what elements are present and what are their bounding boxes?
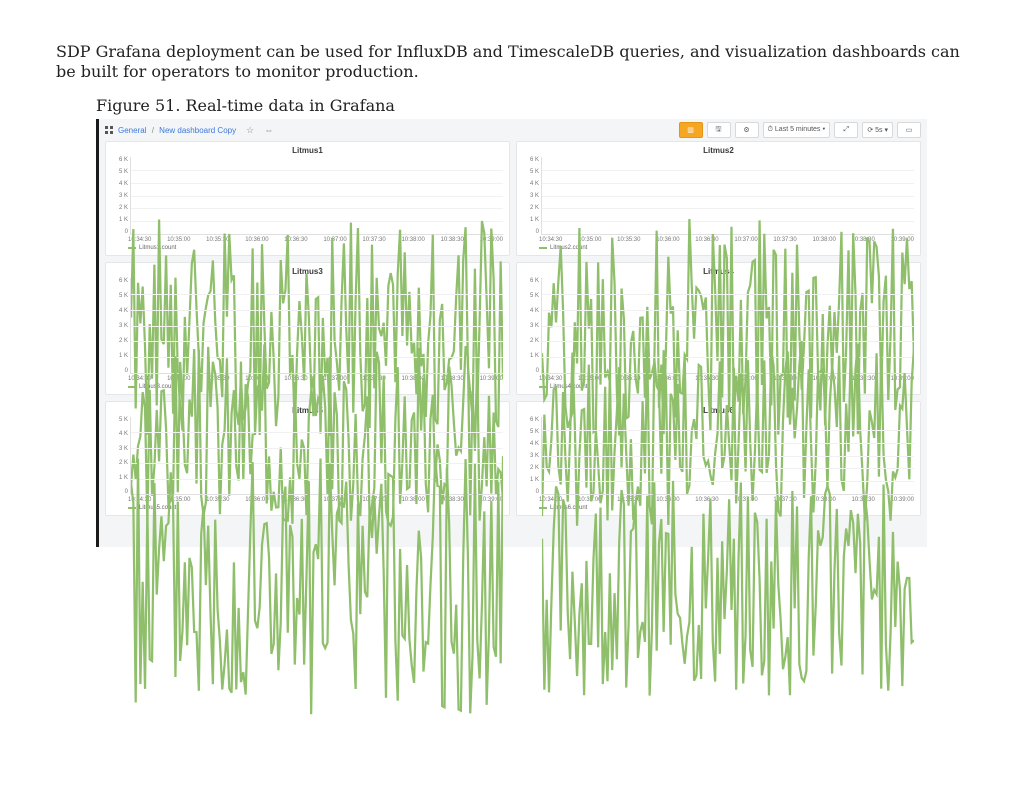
settings-button[interactable]: ⚙	[735, 122, 759, 138]
time-range-picker[interactable]: ⏱ Last 5 minutes ▾	[763, 122, 831, 138]
y-axis-ticks: 6 K5 K4 K3 K2 K1 K0	[112, 278, 130, 374]
add-panel-button[interactable]: ▥	[679, 122, 703, 138]
save-button[interactable]: 🖫	[707, 122, 731, 138]
y-axis-ticks: 5 K4 K3 K2 K1 K0	[112, 417, 130, 495]
figure-caption: Figure 51. Real-time data in Grafana	[96, 96, 968, 115]
grafana-screenshot: General / New dashboard Copy ☆ ⇔ ▥ 🖫 ⚙ ⏱…	[96, 119, 927, 547]
panel-litmus4[interactable]: Litmus4 6 K5 K4 K3 K2 K1 K0 10:34:3010:3…	[516, 262, 921, 395]
panel-litmus1[interactable]: Litmus1 6 K5 K4 K3 K2 K1 K0 10:34:3010:3…	[105, 141, 510, 256]
y-axis-ticks: 6 K5 K4 K3 K2 K1 K0	[523, 278, 541, 374]
plot-area	[130, 157, 503, 235]
plot-area	[541, 417, 914, 495]
plot-area	[130, 417, 503, 495]
chart-plot: 6 K5 K4 K3 K2 K1 K0	[523, 157, 914, 235]
crumb-page-link[interactable]: New dashboard Copy	[159, 126, 236, 135]
breadcrumb: General / New dashboard Copy	[118, 126, 236, 135]
chart-plot: 6 K5 K4 K3 K2 K1 K0	[112, 157, 503, 235]
crumb-root-link[interactable]: General	[118, 126, 146, 135]
intro-paragraph: SDP Grafana deployment can be used for I…	[56, 42, 968, 82]
chart-plot: 6 K5 K4 K3 K2 K1 K0	[523, 417, 914, 495]
panel-title: Litmus2	[523, 144, 914, 157]
panel-grid: Litmus1 6 K5 K4 K3 K2 K1 K0 10:34:3010:3…	[99, 141, 927, 528]
plot-area	[541, 278, 914, 374]
zoom-out-button[interactable]: ⤢	[834, 122, 858, 138]
dashboard-grid-icon[interactable]	[105, 126, 114, 135]
star-icon[interactable]: ☆	[246, 125, 254, 136]
panel-title: Litmus1	[112, 144, 503, 157]
y-axis-ticks: 6 K5 K4 K3 K2 K1 K0	[523, 157, 541, 235]
panel-litmus2[interactable]: Litmus2 6 K5 K4 K3 K2 K1 K0 10:34:3010:3…	[516, 141, 921, 256]
chart-plot: 5 K4 K3 K2 K1 K0	[112, 417, 503, 495]
tv-mode-button[interactable]: ▭	[897, 122, 921, 138]
panel-litmus3[interactable]: Litmus3 6 K5 K4 K3 K2 K1 K0 10:34:3010:3…	[105, 262, 510, 395]
share-icon[interactable]: ⇔	[264, 125, 273, 135]
chart-plot: 6 K5 K4 K3 K2 K1 K0	[112, 278, 503, 374]
plot-area	[541, 157, 914, 235]
plot-area	[130, 278, 503, 374]
panel-litmus5[interactable]: Litmus5 5 K4 K3 K2 K1 K0 10:34:3010:35:0…	[105, 401, 510, 516]
panel-litmus6[interactable]: Litmus6 6 K5 K4 K3 K2 K1 K0 10:34:3010:3…	[516, 401, 921, 516]
y-axis-ticks: 6 K5 K4 K3 K2 K1 K0	[523, 417, 541, 495]
refresh-picker[interactable]: ⟳ 5s ▾	[862, 122, 893, 138]
y-axis-ticks: 6 K5 K4 K3 K2 K1 K0	[112, 157, 130, 235]
crumb-separator: /	[152, 126, 154, 135]
chart-plot: 6 K5 K4 K3 K2 K1 K0	[523, 278, 914, 374]
grafana-toolbar: General / New dashboard Copy ☆ ⇔ ▥ 🖫 ⚙ ⏱…	[99, 119, 927, 141]
